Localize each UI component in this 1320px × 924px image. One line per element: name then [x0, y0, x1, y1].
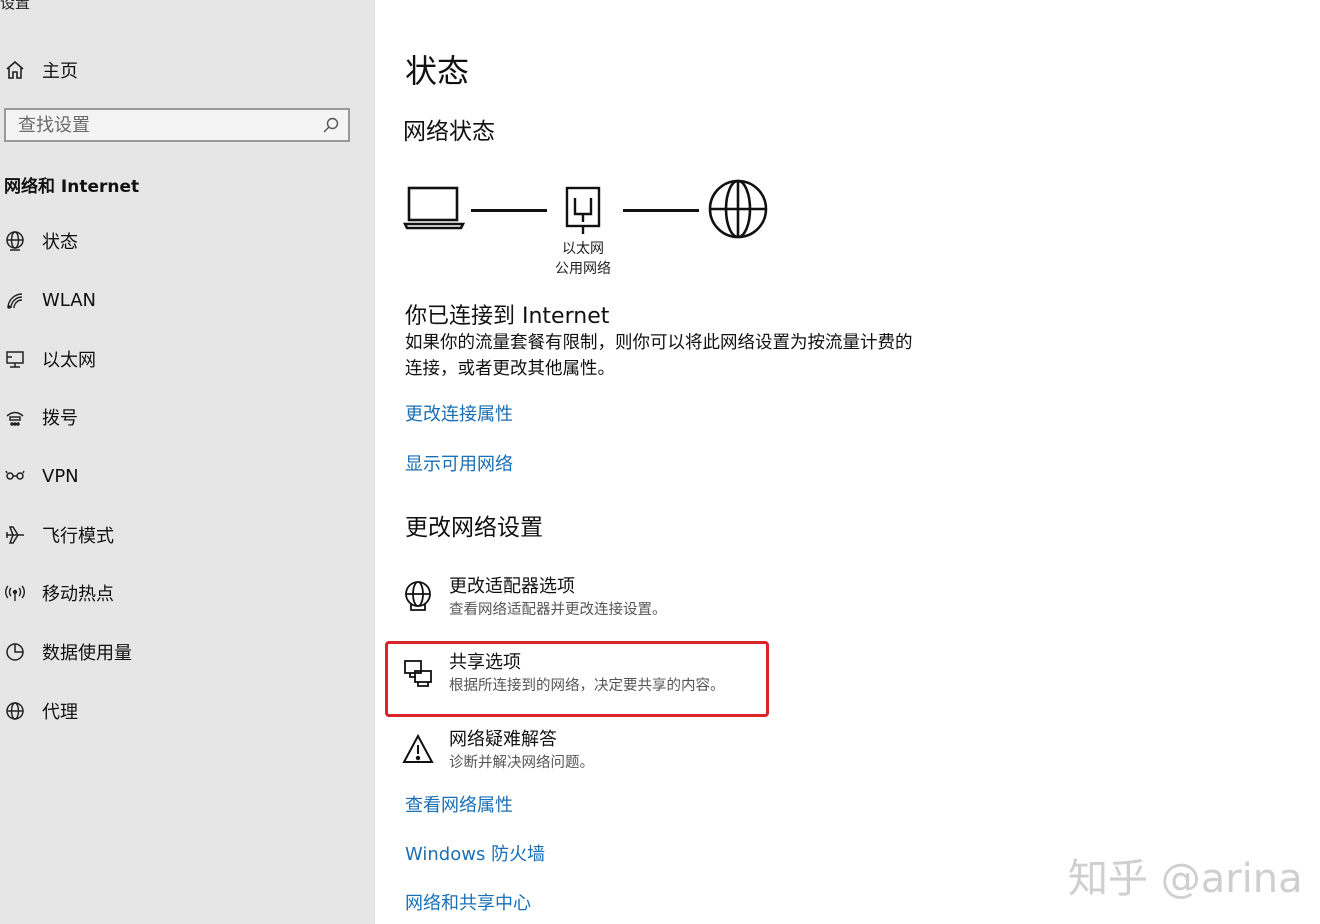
airplane-icon [2, 522, 28, 548]
network-type-label: 公用网络 [555, 261, 611, 277]
adapter-name-label: 以太网 [562, 241, 604, 257]
sidebar-item-status[interactable]: 状态 [0, 219, 360, 263]
connection-line [623, 209, 699, 212]
change-connection-properties-link[interactable]: 更改连接属性 [405, 400, 513, 426]
search-box[interactable] [4, 108, 350, 142]
search-input[interactable] [6, 113, 318, 137]
connection-line [471, 209, 547, 212]
warning-icon [401, 732, 435, 766]
wifi-icon [2, 287, 28, 313]
home-icon [2, 57, 28, 83]
sidebar-item-vpn[interactable]: VPN [0, 454, 360, 498]
sidebar-item-home[interactable]: 主页 [0, 48, 360, 92]
page-title: 状态 [405, 52, 470, 90]
option-title: 网络疑难解答 [449, 729, 557, 750]
sidebar-item-label: 状态 [42, 232, 78, 253]
option-subtitle: 查看网络适配器并更改连接设置。 [449, 602, 667, 618]
option-title: 更改适配器选项 [449, 576, 575, 597]
network-diagram: 以太网 公用网络 [403, 176, 783, 286]
ethernet-adapter-icon [565, 186, 601, 234]
sidebar-item-label: 拨号 [42, 408, 78, 429]
sidebar-item-label: 代理 [42, 702, 78, 723]
sidebar-item-label: 移动热点 [42, 584, 114, 605]
sidebar-item-airplane[interactable]: 飞行模式 [0, 513, 360, 557]
sidebar-item-hotspot[interactable]: 移动热点 [0, 571, 360, 615]
sidebar-item-dialup[interactable]: 拨号 [0, 395, 360, 439]
sharing-options[interactable]: 共享选项 根据所连接到的网络，决定要共享的内容。 [401, 651, 771, 707]
sidebar-item-label: 以太网 [42, 350, 96, 371]
option-title: 共享选项 [449, 652, 521, 673]
show-available-networks-link[interactable]: 显示可用网络 [405, 450, 513, 476]
windows-firewall-link[interactable]: Windows 防火墙 [405, 840, 545, 866]
search-icon[interactable] [318, 112, 344, 138]
network-sharing-center-link[interactable]: 网络和共享中心 [405, 889, 531, 915]
adapter-icon [401, 579, 435, 613]
watermark: 知乎 @arina [1068, 856, 1303, 902]
sidebar-item-proxy[interactable]: 代理 [0, 689, 360, 733]
sidebar-item-wlan[interactable]: WLAN [0, 278, 360, 322]
app-title: 设置 [0, 0, 31, 12]
sharing-icon [401, 655, 435, 689]
sidebar-item-label: 主页 [42, 61, 78, 82]
main-content: 状态 网络状态 以太网 公用网络 你已连接到 Internet 如果你的流量套餐… [375, 0, 1320, 924]
option-subtitle: 根据所连接到的网络，决定要共享的内容。 [449, 678, 725, 694]
sidebar-item-label: 飞行模式 [42, 526, 114, 547]
globe-status-icon [2, 228, 28, 254]
ethernet-icon [2, 346, 28, 372]
connected-heading: 你已连接到 Internet [405, 304, 610, 329]
sidebar-item-label: VPN [42, 465, 79, 487]
dialup-icon [2, 404, 28, 430]
option-subtitle: 诊断并解决网络问题。 [449, 755, 594, 771]
network-troubleshooter[interactable]: 网络疑难解答 诊断并解决网络问题。 [401, 728, 771, 784]
globe-icon [2, 698, 28, 724]
sidebar-item-label: 数据使用量 [42, 643, 132, 664]
view-network-properties-link[interactable]: 查看网络属性 [405, 791, 513, 817]
sidebar-item-data-usage[interactable]: 数据使用量 [0, 630, 360, 674]
sidebar-item-ethernet[interactable]: 以太网 [0, 337, 360, 381]
vpn-icon [2, 463, 28, 489]
change-settings-heading: 更改网络设置 [405, 515, 543, 541]
sidebar: 设置 主页 网络和 Internet 状态 W [0, 0, 375, 924]
section-heading: 网络和 Internet [4, 177, 140, 197]
data-usage-icon [2, 639, 28, 665]
network-status-heading: 网络状态 [403, 119, 495, 145]
internet-globe-icon [708, 179, 768, 239]
change-adapter-options[interactable]: 更改适配器选项 查看网络适配器并更改连接设置。 [401, 575, 771, 631]
hotspot-icon [2, 580, 28, 606]
sidebar-item-label: WLAN [42, 289, 97, 311]
connected-description: 如果你的流量套餐有限制，则你可以将此网络设置为按流量计费的连接，或者更改其他属性… [405, 333, 913, 379]
laptop-icon [403, 186, 465, 230]
